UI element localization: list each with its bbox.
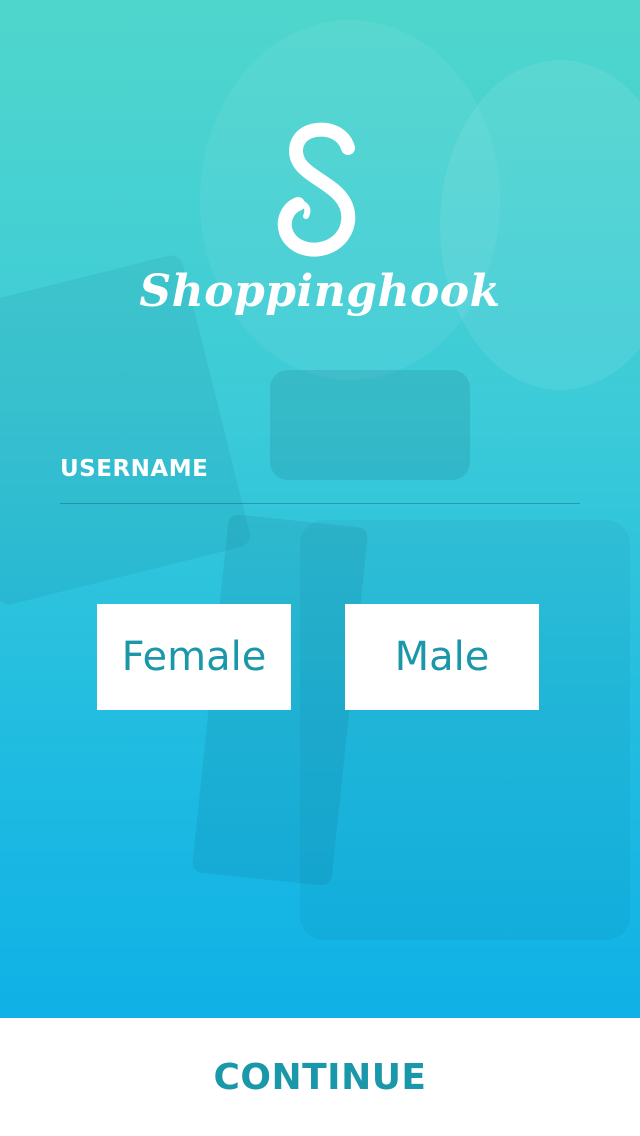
username-input[interactable]	[60, 456, 580, 504]
brand-name: Shoppinghook	[139, 266, 501, 317]
shopping-hook-s-logo-icon	[277, 122, 356, 257]
signup-screen: Shoppinghook USERNAME Female Male CONTIN…	[0, 0, 640, 1136]
bottom-bar: CONTINUE	[0, 1018, 640, 1136]
username-field[interactable]: USERNAME	[60, 456, 580, 504]
app-logo: Shoppinghook	[0, 120, 640, 317]
male-button[interactable]: Male	[345, 604, 539, 710]
continue-button[interactable]: CONTINUE	[207, 1056, 432, 1099]
female-button[interactable]: Female	[97, 604, 291, 710]
